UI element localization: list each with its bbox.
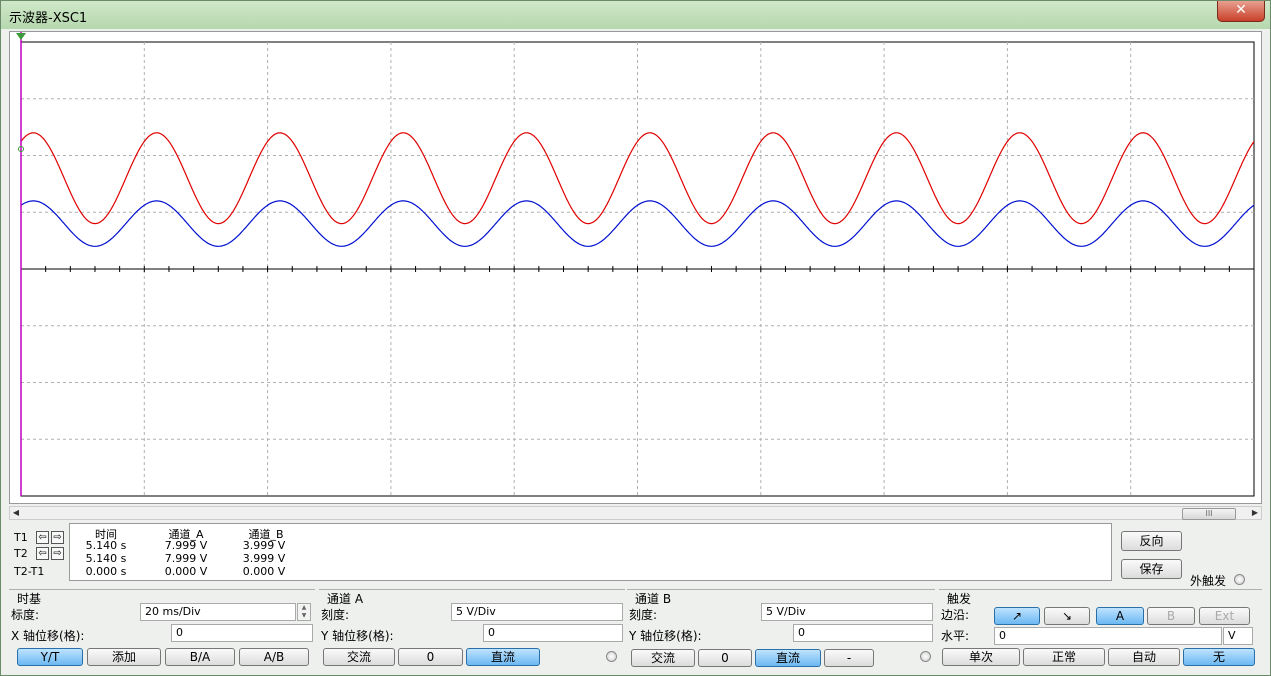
trigger-level-field[interactable]: 0 bbox=[994, 627, 1222, 645]
t2-left-arrow-icon[interactable]: ⇦ bbox=[36, 547, 49, 560]
t2-t1-label: T2-T1 bbox=[14, 565, 45, 578]
save-button[interactable]: 保存 bbox=[1121, 559, 1182, 579]
scroll-right-icon[interactable]: ▶ bbox=[1249, 507, 1261, 519]
x-position-field[interactable]: 0 bbox=[171, 624, 313, 642]
trigger-source-b-button[interactable]: B bbox=[1147, 607, 1195, 625]
t2-time: 5.140 s bbox=[85, 552, 127, 565]
delta-channel-a: 0.000 V bbox=[164, 565, 208, 578]
trigger-source-a-button[interactable]: A bbox=[1096, 607, 1144, 625]
window-title: 示波器-XSC1 bbox=[9, 11, 88, 26]
timebase-title: 时基 bbox=[17, 592, 42, 606]
trigger-title: 触发 bbox=[947, 592, 972, 606]
t2-label: T2 bbox=[14, 547, 28, 560]
cursor-marker-icon bbox=[16, 33, 26, 40]
close-button[interactable]: ✕ bbox=[1217, 1, 1265, 22]
yt-button[interactable]: Y/T bbox=[17, 648, 83, 666]
oscilloscope-display[interactable] bbox=[9, 31, 1262, 504]
falling-edge-button[interactable]: ↘ bbox=[1044, 607, 1090, 625]
oscilloscope-window: 示波器-XSC1 ✕ ◀ III ▶ T1 ⇦ ⇨ T2 ⇦ ⇨ T2-T1 时… bbox=[0, 0, 1271, 676]
channel-a-title: 通道 A bbox=[327, 592, 364, 606]
add-button[interactable]: 添加 bbox=[87, 648, 161, 666]
trigger-edge-label: 边沿: bbox=[941, 608, 970, 622]
channel-a-ac-button[interactable]: 交流 bbox=[323, 648, 395, 666]
channel-b-dc-button[interactable]: 直流 bbox=[755, 649, 821, 667]
auto-mode-button[interactable]: 自动 bbox=[1108, 648, 1180, 666]
x-position-label: X 轴位移(格): bbox=[11, 629, 85, 643]
single-mode-button[interactable]: 单次 bbox=[942, 648, 1020, 666]
channel-b-scale-label: 刻度: bbox=[629, 608, 658, 622]
channel-a-scale-label: 刻度: bbox=[321, 608, 350, 622]
t2-right-arrow-icon[interactable]: ⇨ bbox=[51, 547, 64, 560]
delta-time: 0.000 s bbox=[85, 565, 127, 578]
delta-channel-b: 0.000 V bbox=[242, 565, 286, 578]
timebase-spinner-icon[interactable]: ▲ ▼ bbox=[297, 603, 311, 621]
none-mode-button[interactable]: 无 bbox=[1183, 648, 1255, 666]
scroll-left-icon[interactable]: ◀ bbox=[10, 507, 22, 519]
channel-b-ac-button[interactable]: 交流 bbox=[631, 649, 695, 667]
channel-a-zero-button[interactable]: 0 bbox=[398, 648, 463, 666]
trigger-level-label: 水平: bbox=[941, 629, 970, 643]
trigger-level-unit: V bbox=[1223, 627, 1253, 645]
cursor-readout-table: 时间 通道_A 通道_B 5.140 s 7.999 V 3.999 V 5.1… bbox=[69, 523, 1112, 581]
channel-b-scale-field[interactable]: 5 V/Div bbox=[761, 603, 933, 621]
ba-button[interactable]: B/A bbox=[165, 648, 235, 666]
channel-b-ypos-field[interactable]: 0 bbox=[793, 624, 933, 642]
channel-b-minus-button[interactable]: - bbox=[824, 649, 874, 667]
trigger-source-ext-button[interactable]: Ext bbox=[1199, 607, 1250, 625]
channel-b-ypos-label: Y 轴位移(格): bbox=[629, 629, 702, 643]
channel-a-dc-button[interactable]: 直流 bbox=[466, 648, 540, 666]
normal-mode-button[interactable]: 正常 bbox=[1023, 648, 1105, 666]
t2-channel-b: 3.999 V bbox=[242, 552, 286, 565]
external-trigger-label: 外触发 bbox=[1190, 574, 1227, 588]
channel-b-title: 通道 B bbox=[635, 592, 672, 606]
t1-time: 5.140 s bbox=[85, 539, 127, 552]
channel-b-zero-button[interactable]: 0 bbox=[698, 649, 752, 667]
t1-right-arrow-icon[interactable]: ⇨ bbox=[51, 531, 64, 544]
channel-b-radio[interactable] bbox=[920, 651, 931, 662]
timebase-scale-field[interactable]: 20 ms/Div bbox=[140, 603, 296, 621]
t1-channel-a: 7.999 V bbox=[164, 539, 208, 552]
horizontal-scrollbar[interactable]: ◀ III ▶ bbox=[9, 506, 1262, 520]
t1-channel-b: 3.999 V bbox=[242, 539, 286, 552]
channel-a-ypos-label: Y 轴位移(格): bbox=[321, 629, 394, 643]
timebase-scale-label: 标度: bbox=[11, 608, 40, 622]
scroll-thumb[interactable]: III bbox=[1182, 508, 1236, 520]
channel-a-ypos-field[interactable]: 0 bbox=[483, 624, 623, 642]
ab-button[interactable]: A/B bbox=[239, 648, 309, 666]
channel-a-scale-field[interactable]: 5 V/Div bbox=[451, 603, 623, 621]
t2-channel-a: 7.999 V bbox=[164, 552, 208, 565]
rising-edge-button[interactable]: ↗ bbox=[994, 607, 1040, 625]
channel-a-radio[interactable] bbox=[606, 651, 617, 662]
t1-label: T1 bbox=[14, 531, 28, 544]
waveform-plot bbox=[16, 32, 1255, 497]
t1-left-arrow-icon[interactable]: ⇦ bbox=[36, 531, 49, 544]
reverse-button[interactable]: 反向 bbox=[1121, 531, 1182, 551]
title-bar[interactable]: 示波器-XSC1 ✕ bbox=[1, 1, 1270, 29]
external-trigger-radio[interactable] bbox=[1234, 574, 1245, 585]
